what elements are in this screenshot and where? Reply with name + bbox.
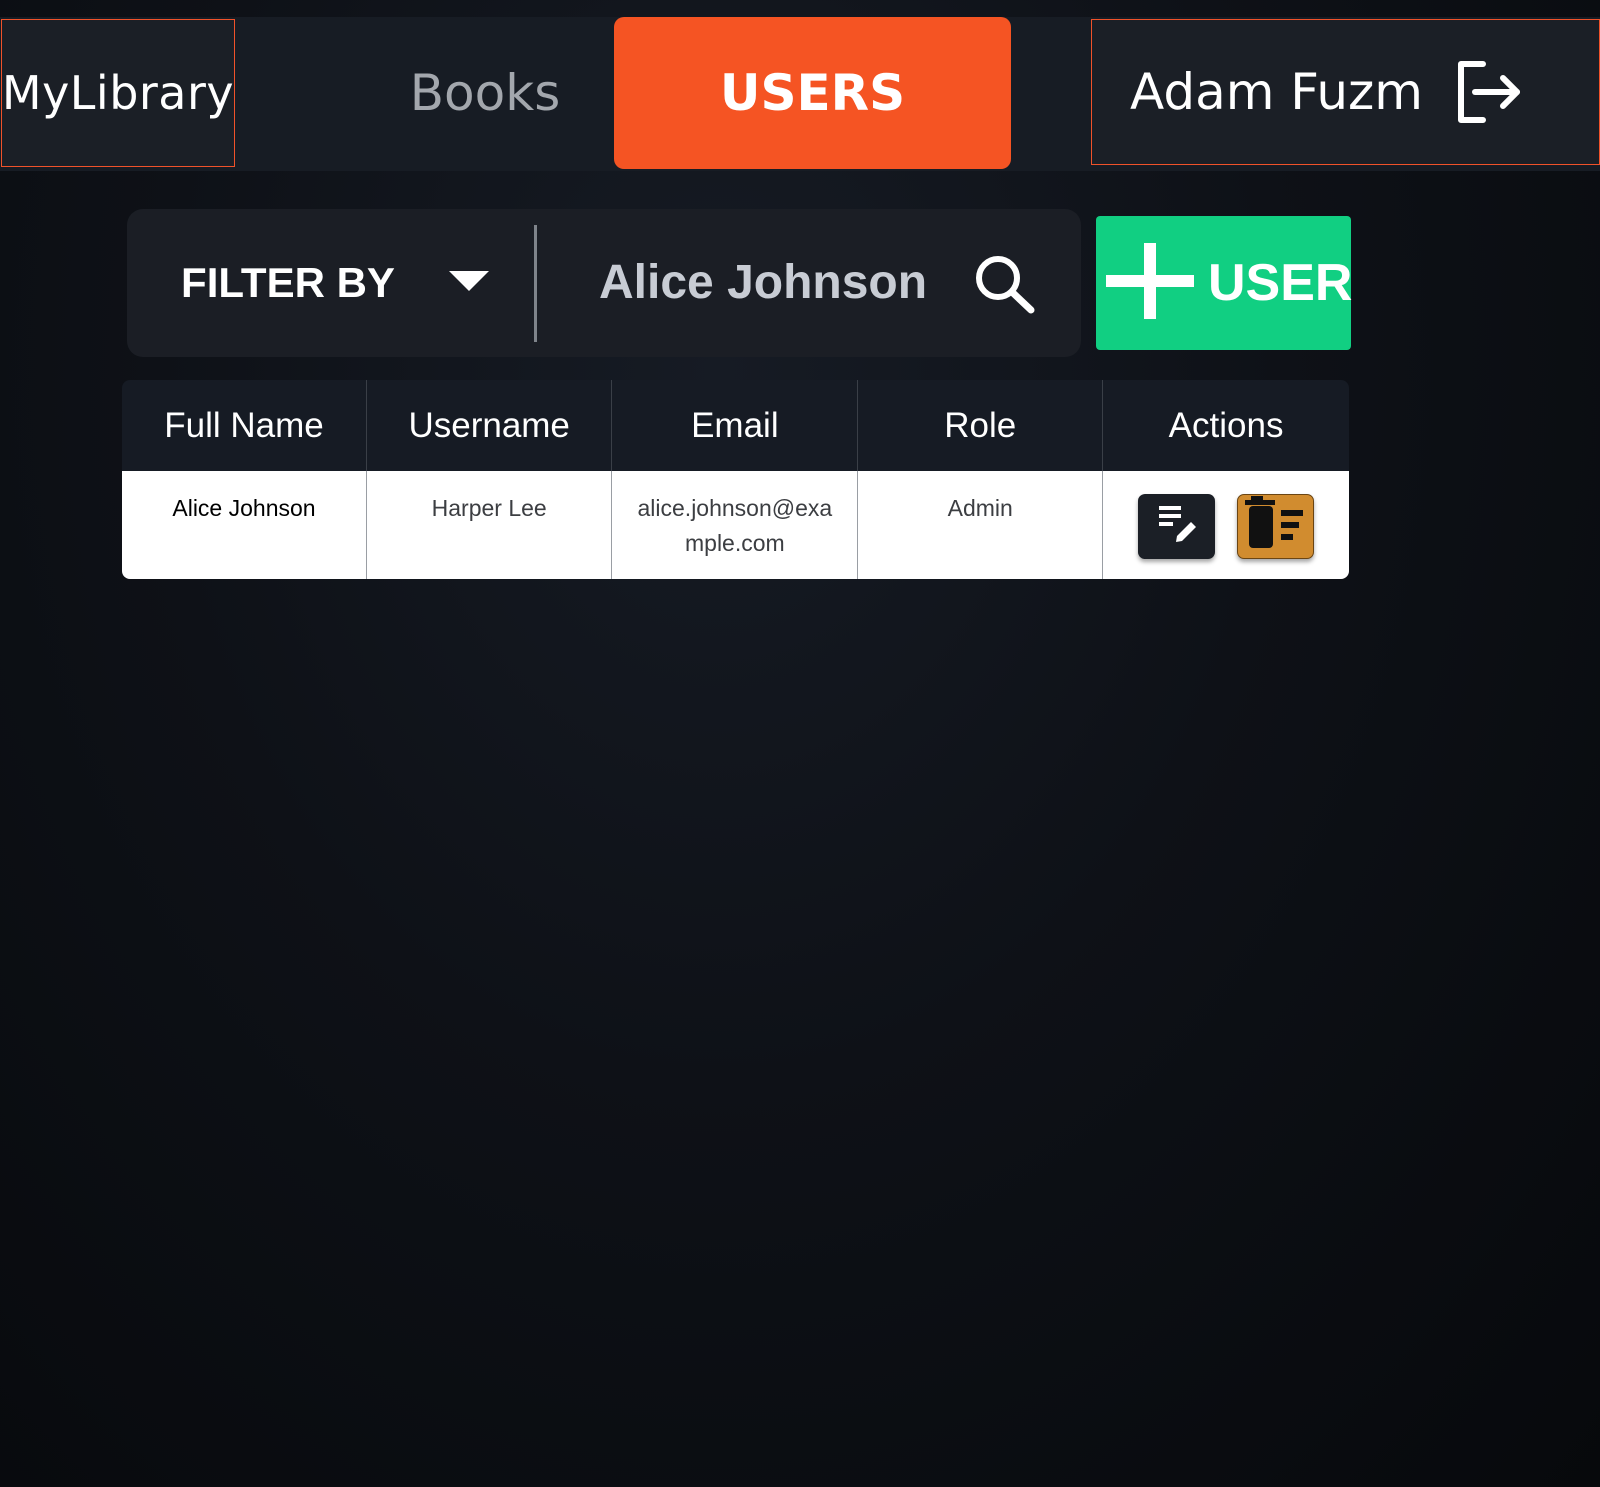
column-header-role: Role [857, 380, 1104, 471]
caret-down-icon [448, 269, 489, 298]
column-header-full-name: Full Name [122, 380, 367, 471]
logout-icon[interactable] [1453, 58, 1525, 126]
search-input[interactable] [579, 243, 959, 321]
column-header-actions: Actions [1102, 380, 1349, 471]
cell-role: Admin [857, 471, 1104, 579]
brand-logo[interactable]: MyLibrary [1, 19, 235, 167]
cell-email: alice.johnson@example.com [611, 471, 859, 579]
column-header-username: Username [366, 380, 613, 471]
plus-icon [1106, 242, 1194, 324]
page: MyLibrary Books USERS Adam Fuzm FILTER B… [0, 0, 1600, 1487]
tab-users[interactable]: USERS [614, 17, 1011, 169]
cell-actions [1102, 471, 1349, 579]
search-icon[interactable] [973, 253, 1037, 320]
edit-button[interactable] [1138, 494, 1216, 559]
cell-full-name: Alice Johnson [122, 471, 367, 579]
table-row: Alice Johnson Harper Lee alice.johnson@e… [122, 471, 1349, 579]
add-user-label: USER [1208, 254, 1353, 312]
cell-username: Harper Lee [366, 471, 613, 579]
column-header-email: Email [611, 380, 859, 471]
delete-icon [1243, 494, 1309, 560]
edit-icon [1155, 500, 1199, 554]
tab-books[interactable]: Books [360, 17, 610, 169]
users-table: Full Name Username Email Role Actions Al… [122, 380, 1349, 579]
user-name: Adam Fuzm [1130, 63, 1423, 121]
filter-search-bar: FILTER BY [127, 209, 1081, 357]
user-menu: Adam Fuzm [1091, 19, 1600, 165]
table-header-row: Full Name Username Email Role Actions [122, 380, 1349, 471]
toolbar-divider [534, 225, 537, 342]
add-user-button[interactable]: USER [1096, 216, 1353, 350]
filter-by-dropdown[interactable]: FILTER BY [127, 209, 535, 357]
row-actions [1125, 494, 1327, 559]
delete-button[interactable] [1237, 494, 1315, 560]
filter-by-label: FILTER BY [181, 259, 395, 306]
